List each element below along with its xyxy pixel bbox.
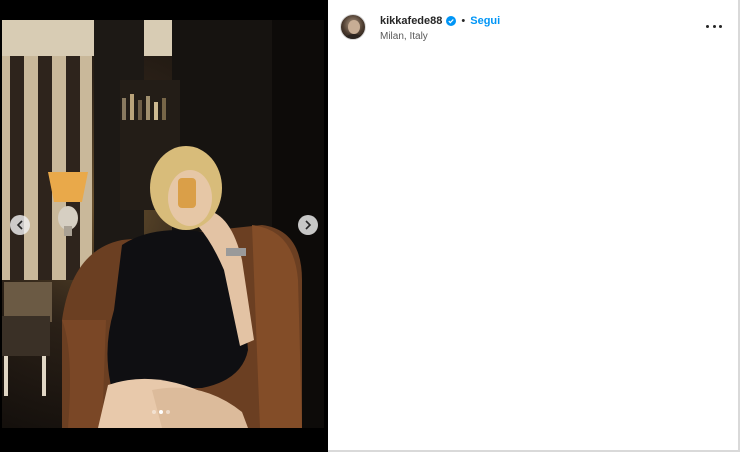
avatar-image [344,20,364,39]
more-dot [712,24,716,28]
post-header: kikkafede88 • Segui Milan, Italy [340,13,726,45]
more-dot [706,24,709,28]
carousel-dot [166,410,170,414]
more-dot [719,24,722,28]
carousel-dot [152,410,156,414]
separator-dot: • [461,15,466,27]
follow-button[interactable]: Segui [470,15,500,27]
more-options-button[interactable] [706,21,722,31]
post-media [0,0,328,452]
carousel-next-button[interactable] [298,215,318,235]
post-sidebar: kikkafede88 • Segui Milan, Italy [328,0,738,450]
avatar[interactable] [340,14,366,40]
chevron-left-icon [16,220,23,230]
post-photo [2,20,324,428]
carousel-prev-button[interactable] [10,215,30,235]
carousel-indicator [152,410,170,414]
carousel-dot-active [159,410,163,414]
user-row: kikkafede88 • Segui [380,14,500,28]
photo-illustration [2,20,324,428]
chevron-right-icon [305,220,312,230]
username-link[interactable]: kikkafede88 [380,15,442,27]
location-link[interactable]: Milan, Italy [380,31,428,42]
verified-badge-icon [446,16,457,26]
